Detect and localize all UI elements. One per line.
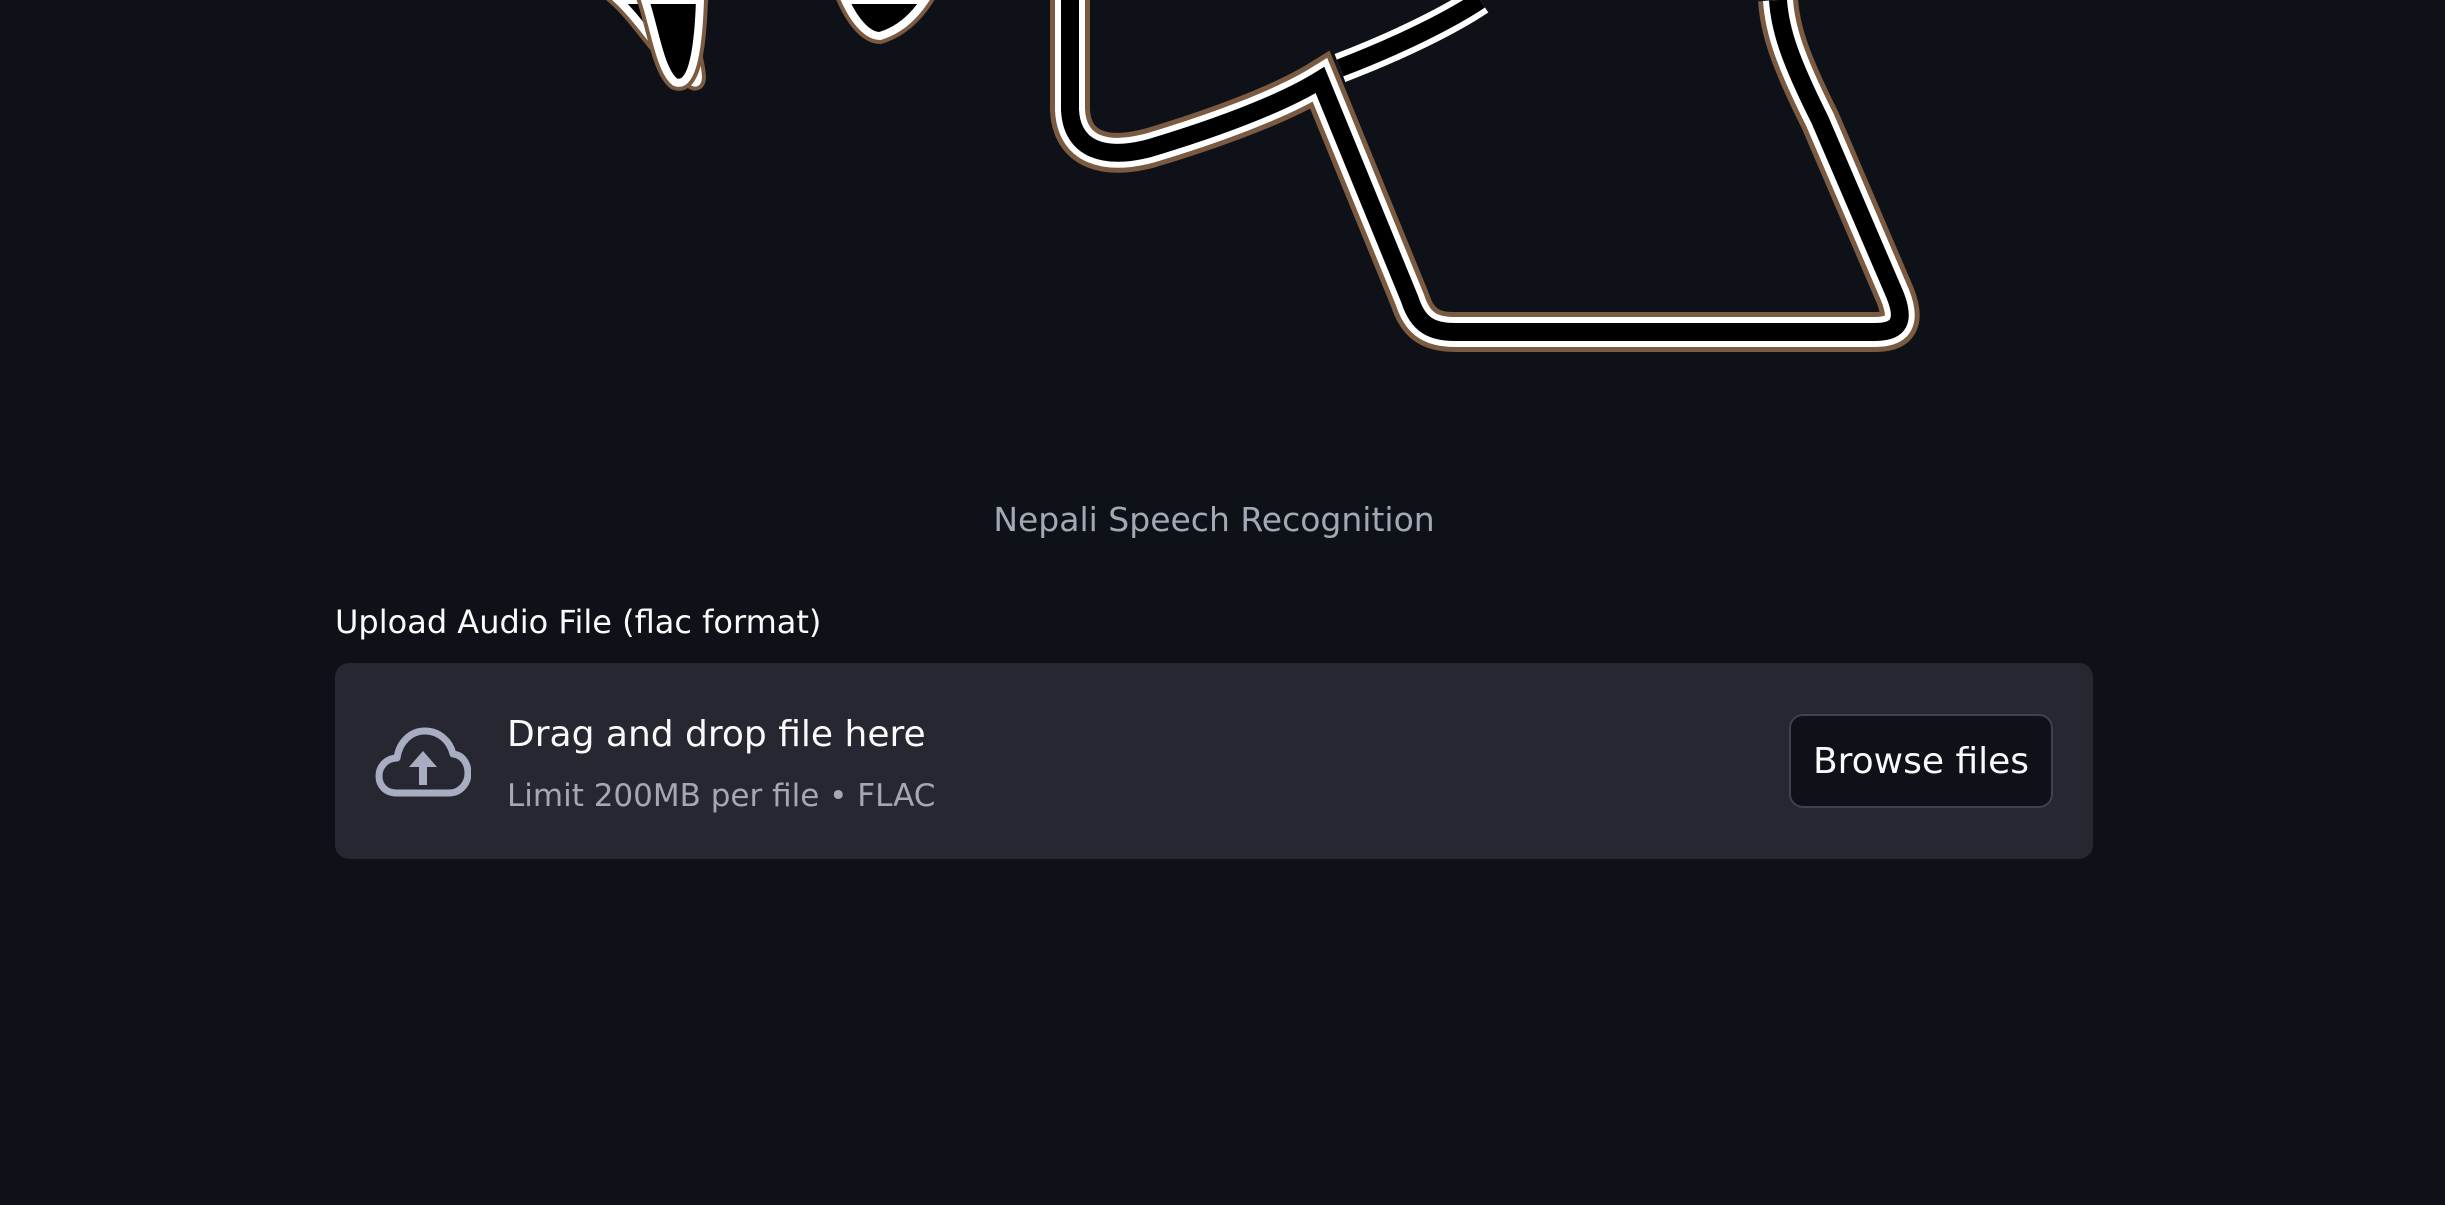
app-page: Nepali Speech Recognition Upload Audio F… xyxy=(0,0,2445,1205)
file-uploader-label: Upload Audio File (flac format) xyxy=(335,603,822,641)
logo-image xyxy=(606,0,1920,352)
file-dropzone[interactable]: Drag and drop file here Limit 200MB per … xyxy=(335,663,2093,859)
dropzone-limit-text: Limit 200MB per file • FLAC xyxy=(507,778,936,814)
cloud-upload-icon xyxy=(375,727,471,797)
dropzone-instructions: Drag and drop file here xyxy=(507,714,926,755)
image-caption: Nepali Speech Recognition xyxy=(993,500,1435,539)
browse-files-button[interactable]: Browse files xyxy=(1789,714,2053,808)
